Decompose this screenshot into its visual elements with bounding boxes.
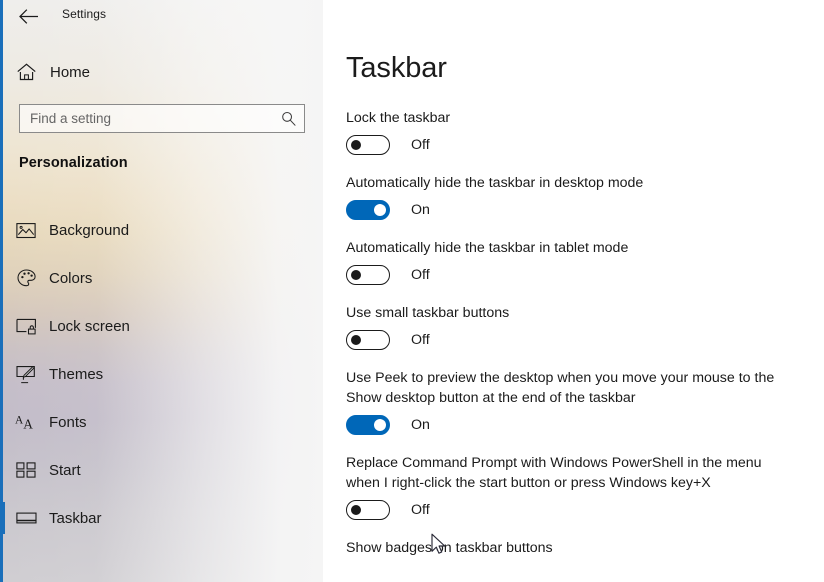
theme-brush-icon bbox=[14, 362, 38, 386]
search-icon[interactable] bbox=[276, 105, 300, 132]
toggle-state-label: Off bbox=[411, 267, 430, 283]
fonts-aa-icon: A A bbox=[14, 410, 38, 434]
sidebar-item-label: Taskbar bbox=[49, 509, 102, 527]
setting-label: Automatically hide the taskbar in tablet… bbox=[346, 240, 629, 256]
setting-row-small-buttons: Use small taskbar buttons Off bbox=[346, 303, 806, 351]
sidebar-item-label: Lock screen bbox=[49, 317, 130, 335]
page-title: Taskbar bbox=[346, 52, 447, 84]
search-input[interactable] bbox=[20, 105, 276, 132]
sidebar: Settings Home Find a setting Personaliza… bbox=[0, 0, 323, 582]
toggle-knob bbox=[351, 140, 361, 150]
svg-text:A: A bbox=[23, 417, 33, 431]
sidebar-item-home[interactable]: Home bbox=[0, 56, 300, 88]
toggle-knob bbox=[351, 335, 361, 345]
toggle-knob bbox=[374, 419, 386, 431]
toggle-replace-command-prompt[interactable] bbox=[346, 500, 390, 520]
toggle-auto-hide-desktop[interactable] bbox=[346, 200, 390, 220]
toggle-state-label: On bbox=[411, 202, 430, 218]
title-bar: Settings bbox=[0, 0, 323, 32]
sidebar-item-label: Themes bbox=[49, 365, 104, 383]
toggle-knob bbox=[374, 204, 386, 216]
setting-label: Automatically hide the taskbar in deskto… bbox=[346, 175, 644, 191]
setting-row-replace-command-prompt: Replace Command Prompt with Windows Powe… bbox=[346, 453, 806, 521]
palette-icon bbox=[14, 266, 38, 290]
toggle-knob bbox=[351, 505, 361, 515]
toggle-auto-hide-tablet[interactable] bbox=[346, 265, 390, 285]
setting-row-auto-hide-tablet: Automatically hide the taskbar in tablet… bbox=[346, 238, 806, 286]
search-box[interactable] bbox=[19, 104, 305, 133]
picture-icon bbox=[14, 218, 38, 242]
home-label: Home bbox=[50, 63, 91, 81]
main-content: Taskbar Lock the taskbar Off Automatical… bbox=[323, 0, 824, 582]
sidebar-item-start[interactable]: Start bbox=[0, 446, 300, 494]
start-tiles-icon bbox=[14, 458, 38, 482]
setting-row-use-peek: Use Peek to preview the desktop when you… bbox=[346, 368, 806, 436]
setting-label: Lock the taskbar bbox=[346, 110, 451, 126]
setting-label: Show badges on taskbar buttons bbox=[346, 540, 553, 556]
sidebar-item-label: Colors bbox=[49, 269, 93, 287]
toggle-small-taskbar-buttons[interactable] bbox=[346, 330, 390, 350]
setting-label: Use Peek to preview the desktop when you… bbox=[346, 370, 775, 406]
toggle-state-label: Off bbox=[411, 502, 430, 518]
taskbar-icon bbox=[14, 506, 38, 530]
sidebar-item-label: Start bbox=[49, 461, 81, 479]
toggle-state-label: Off bbox=[411, 137, 430, 153]
toggle-knob bbox=[351, 270, 361, 280]
toggle-state-label: On bbox=[411, 417, 430, 433]
lock-screen-icon bbox=[14, 314, 38, 338]
toggle-lock-the-taskbar[interactable] bbox=[346, 135, 390, 155]
sidebar-item-taskbar[interactable]: Taskbar bbox=[0, 494, 300, 542]
toggle-use-peek[interactable] bbox=[346, 415, 390, 435]
sidebar-item-colors[interactable]: Colors bbox=[0, 254, 300, 302]
sidebar-item-label: Fonts bbox=[49, 413, 87, 431]
settings-list: Lock the taskbar Off Automatically hide … bbox=[346, 108, 806, 575]
sidebar-nav-list: Background Colors Lock screen Themes A A… bbox=[0, 206, 323, 542]
back-arrow-icon[interactable] bbox=[14, 3, 42, 29]
sidebar-item-themes[interactable]: Themes bbox=[0, 350, 300, 398]
home-icon bbox=[15, 61, 37, 83]
app-title: Settings bbox=[62, 7, 107, 21]
sidebar-item-background[interactable]: Background bbox=[0, 206, 300, 254]
settings-window: Settings Home Find a setting Personaliza… bbox=[0, 0, 824, 582]
category-heading: Personalization bbox=[19, 155, 128, 171]
setting-row-auto-hide-desktop: Automatically hide the taskbar in deskto… bbox=[346, 173, 806, 221]
setting-label: Use small taskbar buttons bbox=[346, 305, 510, 321]
sidebar-item-label: Background bbox=[49, 221, 130, 239]
toggle-state-label: Off bbox=[411, 332, 430, 348]
setting-row-lock-the-taskbar: Lock the taskbar Off bbox=[346, 108, 806, 156]
setting-label: Replace Command Prompt with Windows Powe… bbox=[346, 455, 762, 491]
sidebar-item-lock-screen[interactable]: Lock screen bbox=[0, 302, 300, 350]
window-left-border bbox=[0, 0, 3, 582]
setting-row-show-badges: Show badges on taskbar buttons bbox=[346, 538, 806, 558]
sidebar-item-fonts[interactable]: A A Fonts bbox=[0, 398, 300, 446]
